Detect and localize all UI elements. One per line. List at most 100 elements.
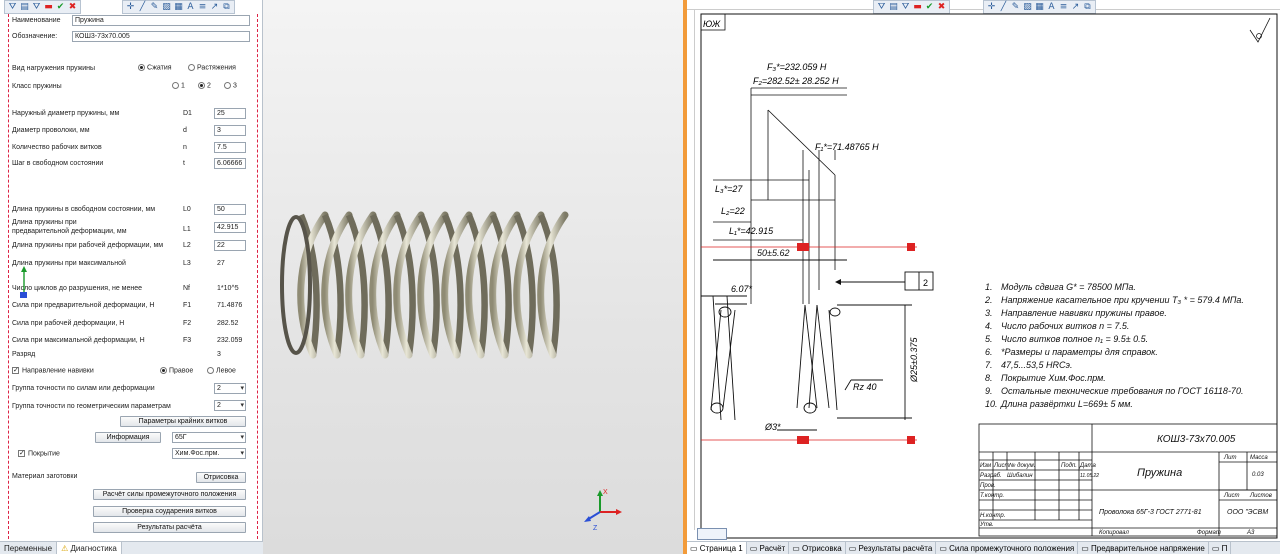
winding-right-radio[interactable]: Правое: [160, 367, 193, 374]
page-layout-toggle[interactable]: [697, 528, 727, 540]
param-label-l1-line2: предварительной деформации, мм: [12, 228, 127, 235]
param-sym-f1: F1: [183, 302, 192, 309]
line-icon[interactable]: ╱: [137, 2, 148, 13]
end-coils-button[interactable]: Параметры крайних витков: [120, 416, 246, 427]
pen-icon[interactable]: ✎: [149, 2, 160, 13]
panel-margin-line-left: [8, 14, 9, 539]
load-compression-radio[interactable]: Сжатия: [138, 64, 172, 71]
param-value-nf: 1*10^5: [217, 285, 239, 292]
load-tension-radio[interactable]: Растяжения: [188, 64, 236, 71]
check-coils-button[interactable]: Проверка соударения витков: [93, 506, 246, 517]
text-icon[interactable]: A: [185, 2, 196, 13]
class-1-radio[interactable]: 1: [172, 82, 185, 89]
param-sym-n: n: [183, 144, 187, 151]
dim-l1: L₁*=42.915: [729, 226, 774, 236]
param-value-f2: 282.52: [217, 320, 239, 327]
color-icon[interactable]: ▬: [43, 2, 54, 13]
blank-material-label: Материал заготовки: [12, 473, 78, 480]
param-value-n[interactable]: 7.5: [214, 142, 246, 153]
tb-name: Пружина: [1137, 467, 1182, 479]
force-accuracy-select[interactable]: 2: [214, 383, 246, 394]
param-value-grade: 3: [217, 351, 221, 358]
tab-variables[interactable]: Переменные: [0, 542, 58, 554]
panel-axis-indicator: [20, 266, 27, 298]
param-sym-f3: F3: [183, 337, 192, 344]
dim-dia: Ø25±0.375: [909, 337, 919, 383]
save-icon[interactable]: ▤: [19, 2, 30, 13]
tb-lit: Лит: [1223, 455, 1236, 461]
param-value-t[interactable]: 6.06666: [214, 158, 246, 169]
tb-sheets: Листов: [1249, 493, 1272, 499]
material-select[interactable]: 65Г: [172, 432, 246, 443]
tb-razrab-name: Шибалин: [1007, 473, 1033, 479]
parameters-panel: ⛛ ▤ ⛛ ▬ ✔ ✖ ✛ ╱ ✎ ▨ ▦ A ≡ ↗ ⧉ Наименован…: [0, 0, 263, 554]
draw-icon[interactable]: ↗: [209, 2, 220, 13]
winding-checkbox[interactable]: ✓ Направление навивки: [12, 367, 94, 374]
measure-icon[interactable]: ≡: [197, 2, 208, 13]
warning-icon: ⚠: [61, 544, 71, 553]
tab-intermediate-force[interactable]: ▭ Сила промежуточного положения: [936, 542, 1079, 554]
page-icon: ▭: [749, 544, 760, 553]
dim-rz: Rz 40: [853, 382, 877, 392]
page-icon: ▭: [939, 544, 950, 553]
tab-results[interactable]: ▭ Результаты расчёта: [846, 542, 937, 554]
class-3-radio[interactable]: 3: [224, 82, 237, 89]
coating-select[interactable]: Хим.Фос.прм.: [172, 448, 246, 459]
tab-diagnostics[interactable]: ⚠ Диагностика: [57, 542, 122, 554]
results-button[interactable]: Результаты расчёта: [93, 522, 246, 533]
page-icon: ▭: [792, 544, 802, 553]
dim-tol-box: 2: [923, 278, 928, 288]
shapes-icon[interactable]: ⧉: [221, 2, 232, 13]
param-value-l1[interactable]: 42.915: [214, 222, 246, 233]
hatch-icon[interactable]: ▨: [161, 2, 172, 13]
coating-checkbox[interactable]: ✓ Покрытие: [18, 450, 60, 457]
tab-drawing[interactable]: ▭ Отрисовка: [789, 542, 846, 554]
cancel-icon[interactable]: ✖: [67, 2, 78, 13]
3d-viewport[interactable]: X Z: [263, 0, 683, 554]
note-text: Число рабочих витков n = 7.5.: [1001, 321, 1129, 331]
note-text: Модуль сдвига G* = 78500 МПа.: [1001, 282, 1136, 292]
filter-icon[interactable]: ⛛: [7, 2, 18, 13]
intermediate-force-button[interactable]: Расчёт силы промежуточного положения: [93, 489, 246, 500]
axis-triad: X Z: [584, 489, 622, 532]
tb-tkontr: Т.контр.: [980, 493, 1004, 499]
dim-f3: F₃*=232.059 Н: [767, 62, 827, 72]
tab-page-1[interactable]: ▭ Страница 1: [687, 542, 747, 554]
param-sym-l2: L2: [183, 242, 191, 249]
apply-icon[interactable]: ✔: [55, 2, 66, 13]
note-text: *Размеры и параметры для справок.: [1001, 347, 1158, 357]
geom-accuracy-select[interactable]: 2: [214, 400, 246, 411]
tab-more[interactable]: ▭ П: [1209, 542, 1232, 554]
filter2-icon[interactable]: ⛛: [31, 2, 42, 13]
snap-icon[interactable]: ✛: [125, 2, 136, 13]
info-button[interactable]: Информация: [95, 432, 161, 443]
draw-button[interactable]: Отрисовка: [196, 472, 246, 483]
class-2-radio[interactable]: 2: [198, 82, 211, 89]
designation-field[interactable]: КОШ3-73х70.005: [72, 31, 250, 42]
note-number: 8.: [985, 373, 993, 383]
tab-preload[interactable]: ▭ Предварительное напряжение: [1078, 542, 1209, 554]
tb-nkontr: Н.контр.: [980, 513, 1005, 519]
winding-left-radio[interactable]: Левое: [207, 367, 236, 374]
tb-razrab: Разраб.: [980, 473, 1002, 479]
triad-z-label: Z: [593, 525, 598, 532]
note-text: Остальные технические требования по ГОСТ…: [1001, 386, 1243, 396]
param-value-l0[interactable]: 50: [214, 204, 246, 215]
page-icon: ▭: [690, 544, 700, 553]
param-label-d: Диаметр проволоки, мм: [12, 127, 90, 134]
grid-icon[interactable]: ▦: [173, 2, 184, 13]
triad-x-label: X: [603, 489, 608, 496]
param-value-l2[interactable]: 22: [214, 240, 246, 251]
name-field[interactable]: Пружина: [72, 15, 250, 26]
page-icon: ▭: [848, 544, 859, 553]
tb-copied: Копировал: [1099, 530, 1129, 536]
tb-format-value: А3: [1246, 530, 1255, 536]
drawing-sheet[interactable]: ⛛ ▤ ⛛ ▬ ✔ ✖ ✛ ╱ ✎ ▨ ▦ A ≡ ↗ ⧉ ЮЖ F₃*=232…: [687, 0, 1280, 554]
tab-calculation[interactable]: ▭ Расчёт: [747, 542, 790, 554]
param-value-d[interactable]: 3: [214, 125, 246, 136]
tb-razrab-date: 11.05.22: [1080, 473, 1099, 479]
spring-end-coil: [280, 215, 312, 355]
tb-code: КОШ3-73х70.005: [1157, 434, 1236, 445]
param-value-d1[interactable]: 25: [214, 108, 246, 119]
dim-f1: F₁*=71.48765 Н: [815, 142, 879, 152]
